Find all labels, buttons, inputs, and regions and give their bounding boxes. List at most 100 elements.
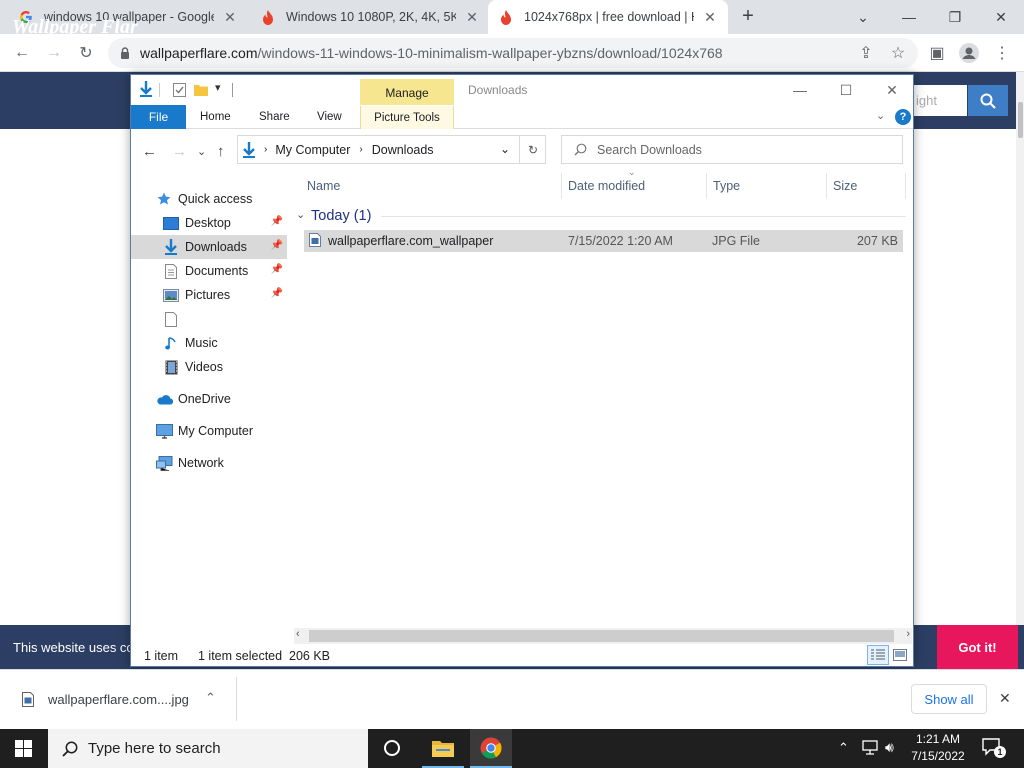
column-header-size[interactable]: Size	[833, 179, 857, 193]
notifications-icon[interactable]: 1	[982, 738, 1006, 761]
refresh-icon[interactable]: ↻	[519, 135, 546, 164]
nav-network[interactable]: Network	[131, 451, 287, 475]
column-divider[interactable]	[826, 173, 827, 199]
nav-downloads[interactable]: Downloads 📌	[131, 235, 287, 259]
side-panel-icon[interactable]: ▣	[924, 40, 950, 66]
ribbon-tab-file[interactable]: File	[131, 105, 186, 129]
show-hidden-icons-chevron-icon[interactable]: ⌃	[838, 740, 849, 756]
taskbar-chrome-button[interactable]	[470, 729, 512, 768]
scroll-left-arrow-icon[interactable]: ‹	[296, 628, 300, 640]
download-options-chevron-icon[interactable]: ⌃	[205, 690, 216, 706]
nav-desktop[interactable]: Desktop 📌	[131, 211, 287, 235]
file-row[interactable]: wallpaperflare.com_wallpaper 7/15/2022 1…	[304, 230, 903, 252]
large-icons-view-icon[interactable]	[889, 645, 911, 665]
pin-icon[interactable]: 📌	[271, 288, 283, 299]
nav-quick-access[interactable]: Quick access	[131, 187, 287, 211]
taskbar-search-placeholder: Type here to search	[88, 740, 221, 757]
tab-close-icon[interactable]: ✕	[222, 9, 238, 26]
column-divider[interactable]	[561, 173, 562, 199]
horizontal-scrollbar[interactable]: ‹ ›	[294, 628, 912, 644]
nav-unnamed-file[interactable]	[131, 307, 287, 331]
share-icon[interactable]: ⇪	[853, 40, 879, 66]
tab-wallpaperflare-download[interactable]: 1024x768px | free download | HD ✕	[488, 0, 728, 34]
profile-avatar-icon[interactable]	[956, 40, 982, 66]
bookmark-star-icon[interactable]: ☆	[885, 40, 911, 66]
taskbar-clock[interactable]: 1:21 AM 7/15/2022	[905, 731, 971, 765]
flame-icon	[260, 9, 276, 25]
breadcrumb-downloads[interactable]: Downloads	[372, 143, 434, 157]
help-icon[interactable]: ?	[895, 109, 911, 125]
back-arrow-icon[interactable]: ←	[9, 40, 35, 66]
minimize-button[interactable]: —	[886, 0, 932, 34]
cookie-accept-button[interactable]: Got it!	[937, 625, 1018, 669]
group-header-today[interactable]: Today (1)	[311, 208, 371, 224]
taskbar-file-explorer-button[interactable]	[422, 729, 464, 768]
tab-close-icon[interactable]: ✕	[464, 9, 480, 26]
page-scrollbar[interactable]	[1016, 72, 1024, 669]
nav-pictures[interactable]: Pictures 📌	[131, 283, 287, 307]
menu-kebab-icon[interactable]: ⋮	[989, 40, 1015, 66]
qat-dropdown-icon[interactable]: ▾	[215, 81, 221, 94]
explorer-search-input[interactable]: Search Downloads	[561, 135, 903, 164]
nav-videos[interactable]: Videos	[131, 355, 287, 379]
explorer-address-bar[interactable]: › My Computer › Downloads ⌄	[237, 135, 546, 164]
reload-icon[interactable]: ↻	[73, 40, 99, 66]
notification-count-badge: 1	[994, 746, 1006, 758]
windows-start-icon[interactable]	[15, 740, 32, 760]
nav-label: Videos	[185, 360, 223, 374]
recent-locations-icon[interactable]: ⌄	[197, 145, 206, 158]
ribbon-tab-share[interactable]: Share	[259, 111, 290, 123]
network-status-icon[interactable]	[862, 740, 880, 759]
nav-documents[interactable]: Documents 📌	[131, 259, 287, 283]
close-shelf-icon[interactable]: ✕	[999, 690, 1011, 707]
tab-close-icon[interactable]: ✕	[702, 9, 718, 26]
breadcrumb-separator-icon: ›	[264, 144, 268, 155]
column-header-name[interactable]: Name	[307, 179, 340, 193]
pin-icon[interactable]: 📌	[271, 240, 283, 251]
forward-arrow-icon[interactable]: →	[41, 40, 67, 66]
site-logo[interactable]: Wallpaper Flar	[12, 16, 138, 39]
task-view-icon[interactable]	[383, 739, 401, 760]
column-header-type[interactable]: Type	[713, 179, 740, 193]
explorer-maximize-button[interactable]: ☐	[823, 77, 869, 103]
nav-my-computer[interactable]: My Computer	[131, 419, 287, 443]
column-divider[interactable]	[706, 173, 707, 199]
volume-icon[interactable]: 🔊︎	[885, 739, 894, 756]
restore-button[interactable]: ❐	[932, 0, 978, 34]
breadcrumb-my-computer[interactable]: My Computer	[275, 143, 350, 157]
ribbon-tab-home[interactable]: Home	[200, 111, 231, 123]
explorer-minimize-button[interactable]: —	[777, 77, 823, 103]
horizontal-scrollbar-thumb[interactable]	[309, 630, 894, 642]
up-arrow-icon[interactable]: ↑	[217, 143, 225, 160]
address-bar[interactable]: wallpaperflare.com/windows-11-windows-10…	[108, 38, 918, 68]
show-all-downloads-button[interactable]: Show all	[911, 684, 987, 714]
page-scrollbar-thumb[interactable]	[1018, 102, 1023, 138]
column-divider[interactable]	[905, 173, 906, 199]
explorer-close-button[interactable]: ✕	[869, 77, 915, 103]
properties-check-icon[interactable]	[173, 83, 186, 100]
manage-context-tab[interactable]: Manage	[360, 79, 454, 106]
scroll-right-arrow-icon[interactable]: ›	[906, 628, 910, 640]
nav-music[interactable]: Music	[131, 331, 287, 355]
downloaded-file-name[interactable]: wallpaperflare.com....jpg	[48, 692, 189, 707]
pin-icon[interactable]: 📌	[271, 216, 283, 227]
new-folder-icon[interactable]	[194, 83, 208, 99]
address-dropdown-icon[interactable]: ⌄	[500, 142, 510, 156]
group-collapse-chevron-icon[interactable]: ⌄	[296, 208, 305, 221]
column-header-date-modified[interactable]: Date modified	[568, 179, 645, 193]
tab-search-icon[interactable]: ⌄	[840, 0, 886, 34]
ribbon-expand-chevron-icon[interactable]: ⌄	[876, 109, 885, 122]
nav-onedrive[interactable]: OneDrive	[131, 387, 287, 411]
taskbar-search-box[interactable]: Type here to search	[48, 729, 368, 768]
close-window-button[interactable]: ✕	[978, 0, 1024, 34]
explorer-back-icon[interactable]: ←	[142, 143, 157, 160]
ribbon-tab-picture-tools[interactable]: Picture Tools	[360, 106, 454, 129]
pin-icon[interactable]: 📌	[271, 264, 283, 275]
details-view-icon[interactable]	[867, 645, 889, 665]
tab-wallpaperflare-list[interactable]: Windows 10 1080P, 2K, 4K, 5K HD ✕	[250, 0, 490, 34]
site-search-button[interactable]	[968, 85, 1008, 116]
ribbon-tab-view[interactable]: View	[317, 111, 342, 123]
new-tab-button[interactable]: +	[735, 5, 761, 29]
explorer-forward-icon[interactable]: →	[172, 143, 187, 160]
pictures-icon	[162, 287, 180, 303]
